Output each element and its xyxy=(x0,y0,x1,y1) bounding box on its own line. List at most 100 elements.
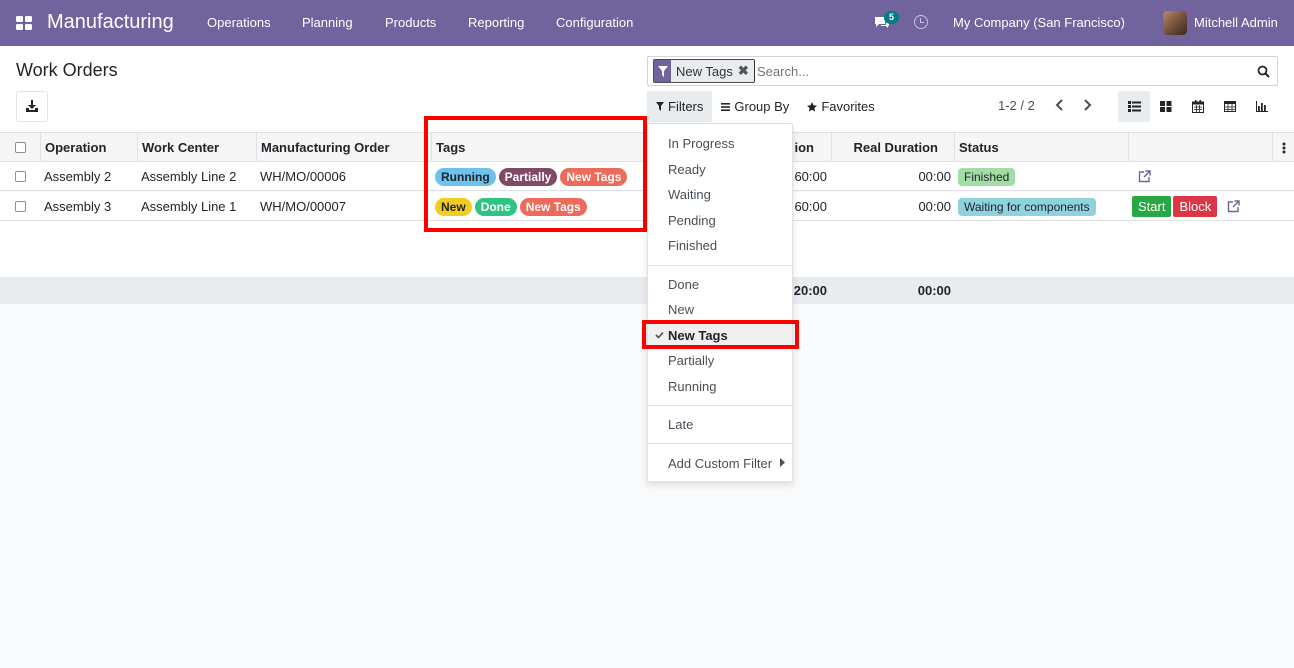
external-link-icon[interactable] xyxy=(1138,170,1151,183)
column-work-center[interactable]: Work Center xyxy=(137,133,257,162)
caret-right-icon xyxy=(780,458,785,467)
menu-planning[interactable]: Planning xyxy=(302,15,353,30)
search-options-bar: Filters Group By Favorites xyxy=(647,91,884,122)
table-icon xyxy=(1224,101,1236,112)
calendar-view-button[interactable] xyxy=(1182,91,1214,122)
favorites-label: Favorites xyxy=(821,99,875,114)
filter-late[interactable]: Late xyxy=(668,417,693,432)
column-manufacturing-order[interactable]: Manufacturing Order xyxy=(256,133,432,162)
filters-dropdown: In Progress Ready Waiting Pending Finish… xyxy=(647,123,793,482)
checkmark-icon xyxy=(655,331,664,339)
list-view-button[interactable] xyxy=(1118,91,1150,122)
top-navbar: Manufacturing Operations Planning Produc… xyxy=(0,0,1294,46)
chevron-right-icon[interactable] xyxy=(1080,98,1094,112)
tag-running: Running xyxy=(435,167,496,186)
activity-clock-icon[interactable] xyxy=(914,15,928,29)
tag-new-tags: New Tags xyxy=(519,197,587,216)
bar-chart-icon xyxy=(1256,101,1268,112)
start-button[interactable]: Start xyxy=(1132,196,1172,217)
menu-products[interactable]: Products xyxy=(385,15,436,30)
view-switcher xyxy=(1118,91,1278,122)
graph-view-button[interactable] xyxy=(1246,91,1278,122)
cell-manufacturing-order: WH/MO/00007 xyxy=(260,199,346,214)
column-actions xyxy=(1128,133,1273,162)
menu-reporting[interactable]: Reporting xyxy=(468,15,524,30)
filter-new-tags[interactable]: New Tags xyxy=(668,328,728,343)
dropdown-divider xyxy=(648,265,792,266)
column-tags[interactable]: Tags xyxy=(431,133,648,162)
list-icon xyxy=(1127,101,1141,112)
filters-button[interactable]: Filters xyxy=(647,91,713,122)
column-real-duration[interactable]: Real Duration xyxy=(831,133,955,162)
cell-operation: Assembly 3 xyxy=(44,199,112,214)
cell-real-duration: 00:00 xyxy=(918,169,951,184)
row-checkbox[interactable] xyxy=(15,171,26,182)
facet-label: New Tags xyxy=(676,63,733,79)
cell-real-duration: 00:00 xyxy=(918,199,951,214)
filters-label: Filters xyxy=(668,99,704,114)
status-badge: Waiting for components xyxy=(958,197,1096,216)
cell-work-center: Assembly Line 2 xyxy=(141,169,237,184)
external-link-icon[interactable] xyxy=(1227,200,1240,213)
cell-manufacturing-order: WH/MO/00006 xyxy=(260,169,346,184)
select-all-checkbox[interactable] xyxy=(15,142,26,153)
download-button[interactable] xyxy=(16,91,48,122)
page-title: Work Orders xyxy=(16,60,118,80)
calendar-icon xyxy=(1192,100,1204,113)
filter-icon xyxy=(656,102,664,111)
cell-tags: New Done New Tags xyxy=(435,192,648,221)
kanban-view-button[interactable] xyxy=(1150,91,1182,122)
bars-icon xyxy=(721,102,731,111)
status-badge: Finished xyxy=(958,167,1016,186)
dropdown-divider xyxy=(648,443,792,444)
filter-partially[interactable]: Partially xyxy=(668,353,714,368)
favorites-button[interactable]: Favorites xyxy=(798,91,883,122)
user-avatar[interactable] xyxy=(1163,11,1187,35)
row-checkbox[interactable] xyxy=(15,201,26,212)
kanban-icon xyxy=(1160,101,1172,112)
filter-in-progress[interactable]: In Progress xyxy=(668,136,734,151)
tag-new: New xyxy=(435,197,472,216)
facet-remove-icon[interactable]: ✖ xyxy=(738,63,754,79)
search-input[interactable] xyxy=(754,61,1244,81)
user-menu[interactable]: Mitchell Admin xyxy=(1194,15,1278,30)
filter-facet-icon xyxy=(654,60,671,82)
optional-columns-toggle[interactable] xyxy=(1272,133,1294,162)
search-bar: New Tags ✖ xyxy=(647,56,1278,86)
chevron-left-icon[interactable] xyxy=(1053,98,1067,112)
filter-ready[interactable]: Ready xyxy=(668,162,706,177)
filter-waiting[interactable]: Waiting xyxy=(668,187,711,202)
star-icon xyxy=(807,101,818,112)
messages-count-badge: 5 xyxy=(884,11,900,24)
vertical-dots-icon xyxy=(1282,142,1285,153)
menu-operations[interactable]: Operations xyxy=(207,15,271,30)
group-by-button[interactable]: Group By xyxy=(712,91,798,122)
filter-running[interactable]: Running xyxy=(668,379,716,394)
apps-menu-icon[interactable] xyxy=(16,16,32,30)
block-button[interactable]: Block xyxy=(1173,196,1218,217)
add-custom-filter[interactable]: Add Custom Filter xyxy=(668,456,772,471)
cell-operation: Assembly 2 xyxy=(44,169,112,184)
tag-done: Done xyxy=(474,197,517,216)
search-facet[interactable]: New Tags ✖ xyxy=(653,59,755,83)
download-icon xyxy=(26,100,38,112)
cell-tags: Running Partially New Tags xyxy=(435,162,648,191)
company-switcher[interactable]: My Company (San Francisco) xyxy=(953,15,1125,30)
column-operation[interactable]: Operation xyxy=(40,133,138,162)
column-status[interactable]: Status xyxy=(954,133,1129,162)
tag-partially: Partially xyxy=(498,167,558,186)
menu-configuration[interactable]: Configuration xyxy=(556,15,633,30)
group-by-label: Group By xyxy=(734,99,790,114)
total-real-duration: 00:00 xyxy=(917,283,951,298)
pivot-view-button[interactable] xyxy=(1214,91,1246,122)
app-name[interactable]: Manufacturing xyxy=(47,11,174,34)
filter-done[interactable]: Done xyxy=(668,277,699,292)
pager-value[interactable]: 1-2 / 2 xyxy=(998,98,1035,113)
cell-work-center: Assembly Line 1 xyxy=(141,199,237,214)
search-icon[interactable] xyxy=(1257,65,1270,78)
dropdown-divider xyxy=(648,405,792,406)
control-panel: Work Orders New Tags ✖ Filters Group xyxy=(0,46,1294,133)
filter-new[interactable]: New xyxy=(668,302,694,317)
filter-pending[interactable]: Pending xyxy=(668,213,716,228)
filter-finished[interactable]: Finished xyxy=(668,238,717,253)
